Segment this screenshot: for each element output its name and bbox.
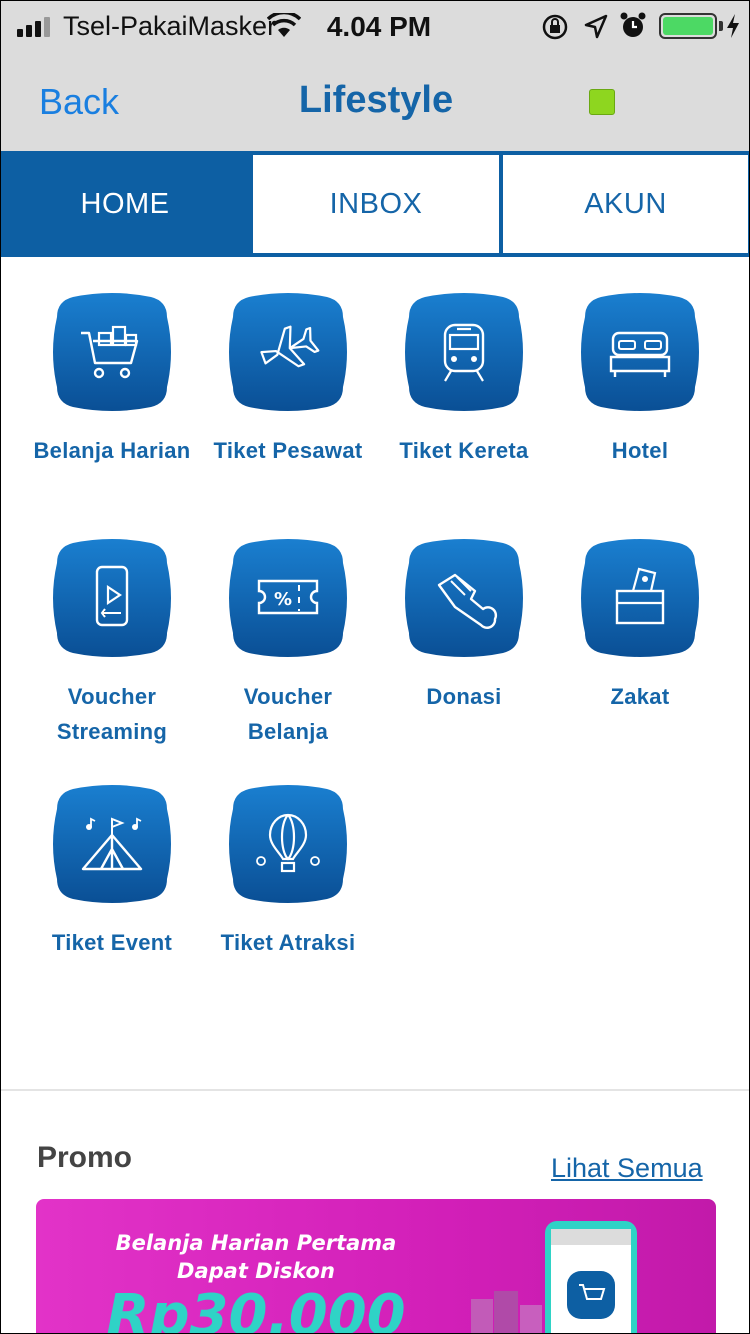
zakat-box-icon [615, 567, 665, 625]
banner-amount: Rp30.000 [106, 1283, 406, 1334]
service-label[interactable]: Hotel [540, 433, 740, 468]
boxes-illustration [471, 1291, 542, 1333]
tab-bar: HOME INBOX AKUN [1, 151, 749, 257]
service-label[interactable]: Zakat [540, 679, 740, 714]
see-all-link[interactable]: Lihat Semua [551, 1153, 703, 1184]
app-frame: Tsel-PakaiMasker 4.04 PM Back Lifestyle … [0, 0, 750, 1334]
service-label[interactable]: Voucher Streaming [12, 679, 212, 749]
service-tile-3[interactable] [405, 293, 523, 411]
service-tile-9[interactable] [53, 785, 171, 903]
banner-line-2: Dapat Diskon [177, 1259, 335, 1283]
charging-icon [727, 14, 739, 38]
status-indicator [589, 89, 615, 115]
nav-bar: Back Lifestyle [1, 53, 749, 151]
service-label[interactable]: Belanja Harian [12, 433, 212, 468]
tab-akun[interactable]: AKUN [503, 155, 748, 253]
tab-home[interactable]: HOME [1, 155, 249, 253]
service-tile-6[interactable]: % [229, 539, 347, 657]
service-tile-10[interactable] [229, 785, 347, 903]
battery-icon [659, 13, 717, 39]
hot-air-balloon-icon [256, 813, 320, 873]
service-label[interactable]: Tiket Kereta [364, 433, 564, 468]
page-title: Lifestyle [298, 79, 454, 121]
rotation-lock-icon [542, 14, 568, 40]
tab-inbox[interactable]: INBOX [253, 155, 499, 253]
event-tent-icon [81, 817, 143, 871]
discount-ticket-icon: % [257, 579, 319, 615]
service-label[interactable]: Tiket Event [12, 925, 212, 960]
train-icon [443, 323, 485, 382]
service-label[interactable]: Donasi [364, 679, 564, 714]
service-tile-8[interactable] [581, 539, 699, 657]
banner-line-1: Belanja Harian Pertama [115, 1231, 397, 1255]
service-label[interactable]: Tiket Pesawat [188, 433, 388, 468]
location-icon [584, 14, 608, 39]
phone-illustration [545, 1221, 637, 1333]
donation-hand-icon [437, 573, 498, 629]
promo-banner[interactable]: Belanja Harian Pertama Dapat Diskon Rp30… [36, 1199, 716, 1334]
service-tile-4[interactable] [581, 293, 699, 411]
section-divider [1, 1089, 749, 1091]
battery-cap [719, 21, 723, 31]
cart-icon [81, 325, 139, 379]
service-label[interactable]: Tiket Atraksi [188, 925, 388, 960]
service-label[interactable]: Voucher Belanja [188, 679, 388, 749]
service-tile-5[interactable] [53, 539, 171, 657]
service-tile-7[interactable] [405, 539, 523, 657]
phone-play-icon [95, 565, 129, 627]
bed-icon [609, 331, 671, 377]
service-tile-1[interactable] [53, 293, 171, 411]
alarm-icon [620, 12, 646, 37]
svg-text:%: % [274, 589, 292, 610]
status-bar: Tsel-PakaiMasker 4.04 PM [1, 1, 749, 53]
promo-title: Promo [37, 1141, 133, 1174]
airplane-icon [260, 325, 320, 368]
service-tile-2[interactable] [229, 293, 347, 411]
